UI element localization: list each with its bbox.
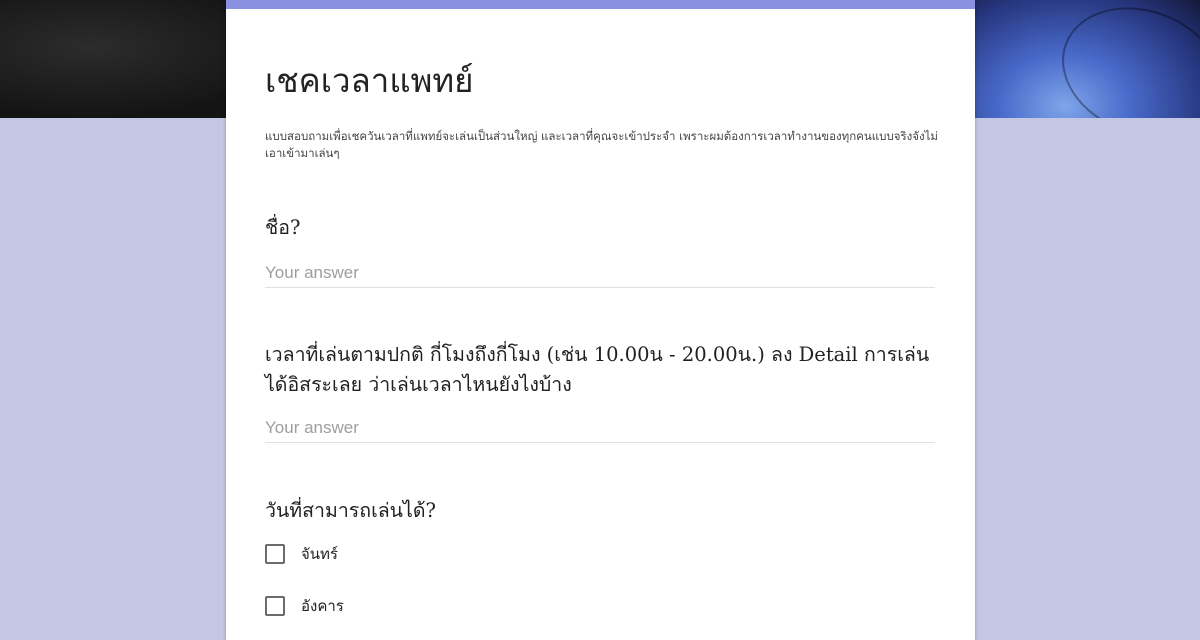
form-card: เชคเวลาแพทย์ แบบสอบถามเพื่อเชควันเวลาที่…	[226, 0, 975, 640]
question-label: ชื่อ?	[265, 216, 301, 239]
option-label: อังคาร	[301, 597, 344, 615]
option-label: จันทร์	[301, 545, 338, 563]
form-description: แบบสอบถามเพื่อเชควันเวลาที่แพทย์จะเล่นเป…	[265, 129, 938, 160]
name-answer-input[interactable]	[265, 263, 935, 288]
question-available-days: วันที่สามารถเล่นได้? จันทร์ อังคาร	[265, 496, 937, 618]
play-time-answer-input[interactable]	[265, 418, 935, 443]
question-label: เวลาที่เล่นตามปกติ กี่โมงถึงกี่โมง (เช่น…	[265, 343, 930, 396]
option-tuesday[interactable]: อังคาร	[265, 594, 937, 618]
option-monday[interactable]: จันทร์	[265, 542, 937, 566]
card-accent-bar	[226, 0, 975, 9]
tuesday-checkbox[interactable]	[265, 596, 285, 616]
form-title: เชคเวลาแพทย์	[265, 61, 474, 100]
question-name: ชื่อ?	[265, 213, 937, 288]
question-label: วันที่สามารถเล่นได้?	[265, 499, 436, 522]
question-play-time: เวลาที่เล่นตามปกติ กี่โมงถึงกี่โมง (เช่น…	[265, 340, 937, 443]
monday-checkbox[interactable]	[265, 544, 285, 564]
